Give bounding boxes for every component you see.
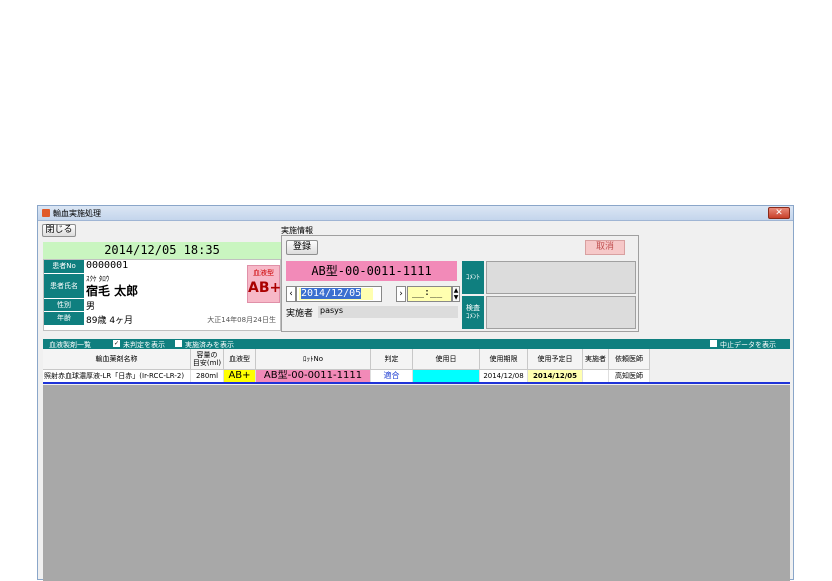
patient-name-label: 患者氏名 [44, 274, 84, 298]
patient-age-label: 年齢 [44, 312, 84, 325]
blood-type-value: AB+ [248, 280, 282, 296]
patient-id-label: 患者No [44, 260, 84, 273]
comment-box[interactable] [486, 261, 636, 294]
app-window: 輸血実施処理 ✕ 閉じる 2014/12/05 18:35 患者No 00000… [37, 205, 794, 581]
row-use-date[interactable] [413, 370, 480, 382]
blood-type-label: 血液型 [253, 269, 274, 277]
window-close-button[interactable]: ✕ [768, 207, 790, 219]
patient-name: 宿毛 太郎 [86, 284, 139, 298]
show-done-checkbox[interactable] [175, 340, 182, 347]
patient-info: 患者No 0000001 患者氏名 ｽｸｹ ﾀﾛｳ 宿毛 太郎 性別 男 年齢 … [43, 259, 281, 331]
performer-value: pasys [318, 306, 458, 318]
show-cancelled-label: 中止データを表示 [720, 341, 776, 349]
blood-type-badge: 血液型 AB+ [247, 265, 282, 303]
show-undetermined-checkbox[interactable]: ✓ [113, 340, 120, 347]
row-planned: 2014/12/05 [528, 370, 583, 382]
window-title: 輸血実施処理 [53, 209, 101, 218]
date-next-button[interactable]: › [396, 286, 406, 302]
row-expiry: 2014/12/08 [480, 370, 528, 382]
show-cancelled-checkbox[interactable] [710, 340, 717, 347]
col-header-use-date[interactable]: 使用日 [413, 349, 480, 370]
col-header-performer[interactable]: 実施者 [583, 349, 609, 370]
col-header-lot[interactable]: ﾛｯﾄNo [256, 349, 371, 370]
col-header-volume[interactable]: 容量の 目安(ml) [191, 349, 224, 370]
performer-label: 実施者 [286, 309, 314, 319]
comment-label: ｺﾒﾝﾄ [462, 261, 484, 294]
title-bar[interactable]: 輸血実施処理 ✕ [38, 206, 793, 221]
row-volume: 280ml [191, 370, 224, 382]
col-header-blood-type[interactable]: 血液型 [224, 349, 256, 370]
time-spinner[interactable]: ▲ ▼ [452, 286, 460, 302]
row-judgement: 適合 [371, 370, 413, 382]
patient-sex-label: 性別 [44, 299, 84, 311]
row-performer [583, 370, 609, 382]
empty-grid-area [43, 385, 790, 581]
col-header-judgement[interactable]: 判定 [371, 349, 413, 370]
col-header-planned[interactable]: 使用予定日 [528, 349, 583, 370]
current-datetime: 2014/12/05 18:35 [43, 242, 281, 259]
time-input[interactable]: __:__ [407, 286, 452, 302]
col-header-expiry[interactable]: 使用期限 [480, 349, 528, 370]
row-lot: AB型-00-0011-1111 [256, 370, 371, 382]
col-header-doctor[interactable]: 依頼医師 [609, 349, 650, 370]
row-doctor: 高知医師 [609, 370, 650, 382]
row-selection-line [43, 382, 790, 384]
patient-age: 89歳 4ヶ月 [86, 316, 134, 326]
patient-sex: 男 [86, 302, 96, 312]
date-input[interactable]: 2014/12/05 [296, 286, 382, 302]
cancel-button[interactable]: 取消 [585, 240, 625, 255]
execution-panel: 登録 取消 AB型-00-0011-1111 ‹ 2014/12/05 › __… [281, 235, 639, 332]
test-comment-box[interactable] [486, 296, 636, 329]
row-name: 照射赤血球濃厚液-LR「日赤」(Ir-RCC-LR-2) [43, 370, 191, 382]
patient-birthdate: 大正14年08月24日生 [207, 316, 276, 324]
test-comment-label: 検査 ｺﾒﾝﾄ [462, 296, 484, 329]
date-value: 2014/12/05 [301, 288, 362, 299]
product-list-header: 血液製剤一覧 ✓ 未判定を表示 実施済みを表示 中止データを表示 [43, 339, 790, 349]
lot-number: AB型-00-0011-1111 [286, 261, 457, 281]
app-icon [42, 209, 50, 217]
patient-id: 0000001 [86, 260, 129, 271]
row-blood-type: AB+ [224, 370, 256, 382]
col-header-name[interactable]: 輸血薬剤名称 [43, 349, 191, 370]
register-button[interactable]: 登録 [286, 240, 318, 255]
date-prev-button[interactable]: ‹ [286, 286, 296, 302]
close-button[interactable]: 閉じる [42, 224, 76, 237]
